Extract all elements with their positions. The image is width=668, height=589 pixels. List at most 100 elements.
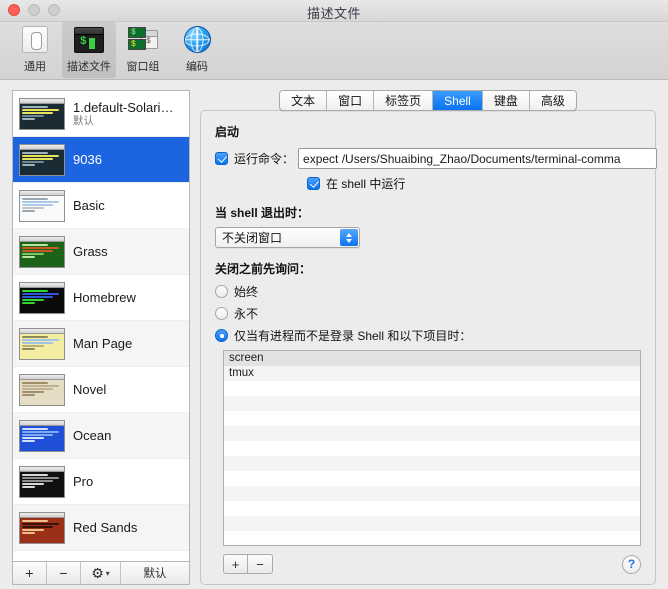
on-exit-selected-value: 不关闭窗口 — [222, 231, 283, 245]
list-item[interactable]: Pro — [13, 459, 189, 505]
radio-row-only-processes[interactable]: 仅当有进程而不是登录 Shell 和以下项目时： — [215, 327, 641, 344]
list-item[interactable]: tmux — [224, 366, 640, 381]
toolbar-item-profiles[interactable]: $ 描述文件 — [62, 22, 116, 78]
profile-name: Novel — [73, 382, 107, 397]
radio-only-processes[interactable] — [215, 329, 228, 342]
radio-always[interactable] — [215, 285, 228, 298]
list-item[interactable]: 1.default-Solari… 默认 — [13, 91, 189, 137]
toolbar-item-profiles-label: 描述文件 — [67, 61, 111, 73]
run-command-checkbox[interactable] — [215, 152, 228, 165]
profile-default-badge: 默认 — [73, 114, 94, 127]
list-item[interactable]: Grass — [13, 229, 189, 275]
gear-icon: ⚙ — [91, 564, 104, 581]
profile-actions-gear-button[interactable]: ⚙ ▾ — [81, 562, 121, 584]
list-item-empty — [224, 516, 640, 531]
profile-thumbnail — [19, 373, 65, 406]
list-item-empty — [224, 456, 640, 471]
title-bar: 描述文件 — [0, 0, 668, 22]
toolbar-item-window-groups[interactable]: 窗口组 — [116, 22, 170, 78]
tab-text[interactable]: 文本 — [280, 91, 328, 110]
remove-process-button[interactable]: − — [248, 554, 273, 574]
profile-name: Basic — [73, 198, 105, 213]
list-item-empty — [224, 471, 640, 486]
run-command-label: 运行命令： — [234, 152, 295, 166]
list-item-empty — [224, 426, 640, 441]
tab-shell[interactable]: Shell — [433, 91, 483, 110]
toolbar-item-general[interactable]: 通用 — [8, 22, 62, 78]
list-item[interactable]: Ocean — [13, 413, 189, 459]
on-exit-heading: 当 shell 退出时： — [215, 206, 310, 220]
profile-thumbnail — [19, 327, 65, 360]
profile-thumbnail — [19, 189, 65, 222]
settings-panel: 文本 窗口 标签页 Shell 键盘 高级 启动 运行命令： expect /U… — [200, 90, 657, 585]
profile-thumbnail — [19, 235, 65, 268]
profile-name: Homebrew — [73, 290, 136, 305]
list-item[interactable]: Man Page — [13, 321, 189, 367]
list-item-empty — [224, 501, 640, 516]
toolbar-item-encoding[interactable]: 编码 — [170, 22, 224, 78]
profile-thumbnail — [19, 281, 65, 314]
profiles-terminal-icon: $ — [72, 25, 106, 55]
profiles-sidebar: 1.default-Solari… 默认 9036 Basic Grass Ho… — [12, 90, 190, 585]
list-item[interactable]: Red Sands — [13, 505, 189, 551]
list-item-empty — [224, 441, 640, 456]
ask-before-closing-heading: 关闭之前先询问： — [215, 262, 312, 276]
preferences-toolbar: 通用 $ 描述文件 窗口组 编码 — [0, 22, 668, 80]
list-item[interactable]: Homebrew — [13, 275, 189, 321]
startup-heading: 启动 — [215, 125, 240, 139]
chevron-down-icon: ▾ — [105, 568, 110, 578]
process-exception-list[interactable]: screen tmux — [223, 350, 641, 546]
list-item-empty — [224, 411, 640, 426]
profile-list-toolbar: + − ⚙ ▾ 默认 — [12, 561, 190, 585]
run-in-shell-row: 在 shell 中运行 — [215, 175, 641, 192]
preferences-window: 描述文件 通用 $ 描述文件 窗口组 编码 — [0, 0, 668, 589]
list-item[interactable]: Basic — [13, 183, 189, 229]
profile-name: Ocean — [73, 428, 112, 443]
content-area: 1.default-Solari… 默认 9036 Basic Grass Ho… — [0, 80, 668, 589]
list-item[interactable]: Novel — [13, 367, 189, 413]
list-item-empty — [224, 381, 640, 396]
profile-name: Grass — [73, 244, 108, 259]
run-command-input[interactable]: expect /Users/Shuaibing_Zhao/Documents/t… — [298, 148, 657, 169]
profile-thumbnail — [19, 511, 65, 544]
profile-name: Pro — [73, 474, 94, 489]
profile-thumbnail — [19, 143, 65, 176]
process-list-footer: + − ? — [215, 554, 641, 574]
radio-only-processes-label: 仅当有进程而不是登录 Shell 和以下项目时： — [234, 329, 472, 343]
add-process-button[interactable]: + — [223, 554, 248, 574]
list-item-empty — [224, 486, 640, 501]
run-in-shell-label: 在 shell 中运行 — [326, 177, 406, 191]
remove-profile-button[interactable]: − — [47, 562, 81, 584]
process-list-buttons: + − — [223, 554, 273, 574]
profile-list[interactable]: 1.default-Solari… 默认 9036 Basic Grass Ho… — [12, 90, 190, 561]
run-in-shell-checkbox[interactable] — [307, 177, 320, 190]
help-button[interactable]: ? — [622, 554, 641, 574]
toolbar-item-encoding-label: 编码 — [186, 61, 208, 73]
tab-keyboard[interactable]: 键盘 — [483, 91, 530, 110]
list-item[interactable]: 9036 — [13, 137, 189, 183]
general-icon — [18, 25, 52, 55]
window-title: 描述文件 — [306, 6, 361, 21]
add-profile-button[interactable]: + — [13, 562, 47, 584]
globe-icon — [180, 25, 214, 55]
profile-name: 9036 — [73, 152, 102, 167]
profile-name: Man Page — [73, 336, 133, 351]
set-default-profile-button[interactable]: 默认 — [121, 562, 189, 584]
tab-tab[interactable]: 标签页 — [374, 91, 434, 110]
tab-advanced[interactable]: 高级 — [530, 91, 576, 110]
list-item-empty — [224, 531, 640, 545]
radio-always-label: 始终 — [234, 285, 259, 299]
list-item[interactable]: screen — [224, 351, 640, 366]
toolbar-item-window-groups-label: 窗口组 — [126, 61, 160, 73]
run-command-row: 运行命令： expect /Users/Shuaibing_Zhao/Docum… — [215, 148, 657, 169]
profile-thumbnail — [19, 97, 65, 130]
window-groups-icon — [126, 25, 160, 55]
radio-never-label: 永不 — [234, 307, 259, 321]
radio-never[interactable] — [215, 307, 228, 320]
radio-row-never[interactable]: 永不 — [215, 305, 641, 322]
profile-name: 1.default-Solari… — [73, 99, 174, 115]
profile-name: Red Sands — [73, 520, 138, 535]
radio-row-always[interactable]: 始终 — [215, 283, 641, 300]
on-exit-select[interactable]: 不关闭窗口 — [215, 227, 360, 248]
tab-window[interactable]: 窗口 — [327, 91, 375, 110]
